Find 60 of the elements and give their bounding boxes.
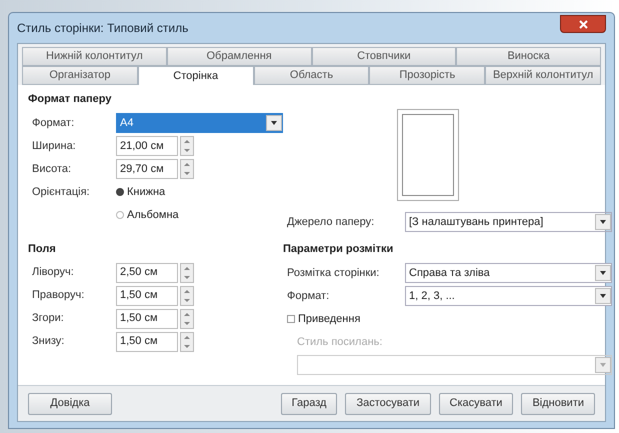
dropdown-field[interactable]: Справа та зліва: [405, 263, 612, 283]
section-heading: Формат паперу: [28, 92, 112, 107]
spin-field[interactable]: 1,50 см: [116, 308, 178, 328]
dropdown-button[interactable]: [595, 288, 611, 304]
tab[interactable]: Обрамлення: [166, 47, 312, 66]
tab[interactable]: Прозорість: [369, 66, 486, 85]
dialog-button[interactable]: Гаразд: [280, 392, 338, 414]
spin-buttons[interactable]: [180, 159, 194, 179]
dropdown-field[interactable]: [З налаштувань принтера]: [405, 212, 612, 232]
spin-buttons[interactable]: [180, 286, 194, 306]
tab[interactable]: Організатор: [22, 66, 138, 85]
dropdown-button[interactable]: [266, 115, 282, 131]
section-heading: Параметри розмітки: [283, 242, 394, 257]
field-label: Стиль посилань:: [296, 334, 382, 350]
caret-icon: [600, 271, 606, 275]
spin-buttons[interactable]: [180, 136, 194, 156]
caret-icon: [600, 363, 606, 367]
close-icon: [578, 20, 588, 28]
field-label: Згори:: [32, 311, 65, 326]
dialog-button[interactable]: Довідка: [28, 392, 112, 414]
field-label: Розмітка сторінки:: [287, 266, 380, 281]
radio-button[interactable]: Книжна: [116, 184, 166, 200]
dialog-button[interactable]: Відновити: [521, 392, 595, 414]
field-label: Ліворуч:: [32, 265, 75, 280]
field-label: Джерело паперу:: [287, 214, 376, 230]
spin-field[interactable]: 1,50 см: [116, 332, 178, 352]
field-label: Ширина:: [32, 138, 77, 154]
tab[interactable]: Верхній колонтитул: [485, 66, 601, 85]
tab[interactable]: Нижній колонтитул: [22, 47, 167, 66]
caret-icon: [271, 121, 277, 125]
radio-button[interactable]: Альбомна: [116, 206, 179, 224]
field-label: Орієнтація:: [32, 184, 91, 200]
spin-field[interactable]: 2,50 см: [116, 262, 178, 282]
dropdown-button[interactable]: [595, 265, 611, 281]
dialog-button[interactable]: Застосувати: [345, 392, 431, 414]
tab[interactable]: Область: [254, 66, 370, 85]
spin-buttons[interactable]: [180, 332, 194, 352]
spin-buttons[interactable]: [180, 262, 194, 282]
field-label: Формат:: [32, 116, 76, 131]
dropdown-field[interactable]: 1, 2, 3, ...: [405, 286, 612, 306]
tab[interactable]: Сторінка: [138, 66, 254, 85]
spin-buttons[interactable]: [180, 308, 194, 328]
checkbox[interactable]: Приведення: [287, 310, 360, 328]
field-label: Висота:: [32, 162, 72, 177]
window-title: Стиль сторінки: Типовий стиль: [17, 20, 188, 37]
dialog-button[interactable]: Скасувати: [438, 392, 514, 414]
tab[interactable]: Стовпчики: [312, 47, 456, 66]
spin-field[interactable]: 29,70 см: [116, 159, 178, 179]
dropdown-field[interactable]: A4: [116, 113, 283, 133]
spin-field[interactable]: 1,50 см: [116, 286, 178, 306]
field-label: Формат:: [287, 288, 330, 304]
caret-icon: [600, 220, 606, 224]
spin-field[interactable]: 21,00 см: [116, 136, 178, 156]
field-label: Праворуч:: [32, 288, 86, 304]
field-label: Знизу:: [32, 334, 66, 350]
caret-icon: [600, 294, 606, 298]
section-heading: Поля: [28, 242, 57, 256]
close-button[interactable]: [560, 15, 606, 33]
dropdown-button[interactable]: [595, 214, 611, 230]
tab[interactable]: Виноска: [456, 47, 601, 66]
